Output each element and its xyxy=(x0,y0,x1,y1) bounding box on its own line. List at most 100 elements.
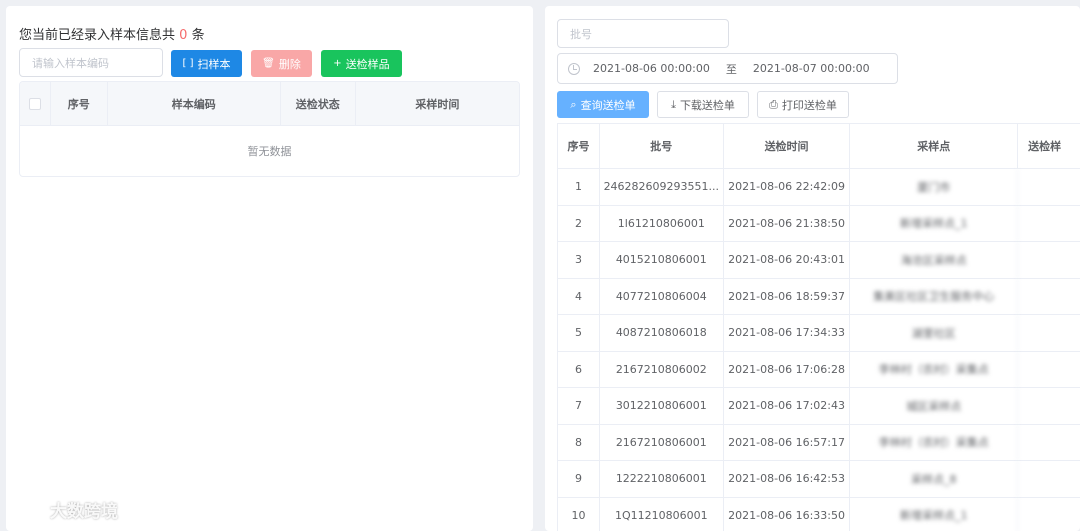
cell-send-time: 2021-08-06 21:38:50 xyxy=(724,205,851,241)
sample-table: 序号 样本编码 送检状态 采样时间 暂无数据 xyxy=(19,81,520,177)
col-sampling-time: 采样时间 xyxy=(415,97,460,111)
sample-code-placeholder: 请输入样本编码 xyxy=(32,56,109,70)
table-row[interactable]: 2 1l61210806001 2021-08-06 21:38:50 新增采样点_1 xyxy=(558,205,1080,242)
cell-index: 2 xyxy=(558,205,600,241)
print-button[interactable]: ⎙ 打印送检单 xyxy=(757,91,849,118)
cell-index: 7 xyxy=(558,388,600,424)
plus-icon: + xyxy=(333,58,342,69)
cell-index: 9 xyxy=(558,461,600,497)
cell-send-time: 2021-08-06 16:42:53 xyxy=(724,461,851,497)
table-row[interactable]: 7 3012210806001 2021-08-06 17:02:43 城区采样点 xyxy=(558,388,1080,425)
cell-sampling-site: 湖里社区 xyxy=(850,315,1019,351)
date-range-picker[interactable]: 2021-08-06 00:00:00 至 2021-08-07 00:00:0… xyxy=(557,53,898,84)
query-button[interactable]: ⌕ 查询送检单 xyxy=(557,91,649,118)
submission-panel: 批号 2021-08-06 00:00:00 至 2021-08-07 00:0… xyxy=(545,6,1080,531)
cell-send-sample xyxy=(1018,315,1080,351)
query-label: 查询送检单 xyxy=(580,98,636,112)
cell-sampling-site: 采样点_8 xyxy=(850,461,1019,497)
table-row[interactable]: 9 1222210806001 2021-08-06 16:42:53 采样点_8 xyxy=(558,461,1080,498)
batch-input[interactable]: 批号 xyxy=(557,19,729,48)
table-row[interactable]: 10 1Q11210806001 2021-08-06 16:33:50 新增采样点_… xyxy=(558,497,1080,531)
cell-batch: 2167210806001 xyxy=(600,424,724,460)
cell-batch: 1l61210806001 xyxy=(600,205,724,241)
download-label: 下载送检单 xyxy=(679,98,735,112)
cell-send-sample xyxy=(1018,242,1080,278)
cell-sampling-site: 城区采样点 xyxy=(850,388,1019,424)
send-samples-button[interactable]: + 送检样品 xyxy=(321,50,402,77)
batch-placeholder: 批号 xyxy=(570,27,592,41)
cell-send-time: 2021-08-06 17:34:33 xyxy=(724,315,851,351)
scan-sample-button[interactable]: [ ] 扫样本 xyxy=(171,50,242,77)
select-all-checkbox[interactable] xyxy=(28,97,41,110)
col-status: 送检状态 xyxy=(281,82,356,125)
cell-send-sample xyxy=(1018,425,1080,461)
cell-sampling-site: 海沧区采样点 xyxy=(850,242,1019,278)
download-button[interactable]: ⤓ 下载送检单 xyxy=(657,91,749,118)
cell-batch: 4087210806018 xyxy=(600,315,724,351)
col-send-sample: 送检样 xyxy=(1018,124,1080,168)
date-start[interactable]: 2021-08-06 00:00:00 xyxy=(593,62,710,75)
sample-count: 0 xyxy=(179,28,188,43)
cell-send-time: 2021-08-06 16:57:17 xyxy=(724,424,851,460)
sample-table-header: 序号 样本编码 送检状态 采样时间 xyxy=(20,82,519,126)
cell-sampling-site: 集美区社区卫生服务中心 xyxy=(850,278,1019,314)
cell-batch: 4077210806004 xyxy=(600,278,724,314)
cell-index: 3 xyxy=(558,242,600,278)
submission-table: 序号 批号 送检时间 采样点 送检样 1 246282609293551... 20… xyxy=(557,123,1080,531)
print-label: 打印送检单 xyxy=(781,98,837,112)
cell-batch: 1222210806001 xyxy=(600,461,724,497)
cell-send-time: 2021-08-06 20:43:01 xyxy=(724,242,851,278)
col-sampling-site: 采样点 xyxy=(850,124,1019,168)
col-batch: 批号 xyxy=(600,124,724,168)
cell-send-sample xyxy=(1018,388,1080,424)
cell-send-sample xyxy=(1018,169,1080,205)
table-row[interactable]: 3 4015210806001 2021-08-06 20:43:01 海沧区采样点 xyxy=(558,242,1080,279)
clock-icon xyxy=(568,62,580,75)
download-icon: ⤓ xyxy=(671,97,676,111)
cell-batch: 4015210806001 xyxy=(600,242,724,278)
cell-index: 4 xyxy=(558,278,600,314)
table-row[interactable]: 8 2167210806001 2021-08-06 16:57:17 李林村（农村）… xyxy=(558,424,1080,461)
cell-sampling-site: 新增采样点_1 xyxy=(850,205,1019,241)
cell-send-time: 2021-08-06 17:06:28 xyxy=(724,351,851,387)
col-index: 序号 xyxy=(51,82,108,125)
send-samples-label: 送检样品 xyxy=(345,57,390,71)
cell-batch: 1Q11210806001 xyxy=(600,497,724,531)
cell-index: 8 xyxy=(558,424,600,460)
sample-code-input[interactable]: 请输入样本编码 xyxy=(19,48,163,77)
scan-sample-label: 扫样本 xyxy=(197,57,231,71)
cell-sampling-site: 李林村（农村）采集点 xyxy=(850,424,1019,460)
scan-icon: [ ] xyxy=(182,58,194,69)
table-row[interactable]: 1 246282609293551... 2021-08-06 22:42:09 厦门… xyxy=(558,169,1080,206)
cell-batch: 3012210806001 xyxy=(600,388,724,424)
summary-prefix: 您当前已经录入样本信息共 xyxy=(19,28,176,43)
summary-suffix: 条 xyxy=(191,28,205,43)
sample-entry-panel: 您当前已经录入样本信息共 0 条 请输入样本编码 [ ] 扫样本 🗑 删除 + … xyxy=(6,6,533,531)
date-end[interactable]: 2021-08-07 00:00:00 xyxy=(753,62,870,75)
col-sample-code: 样本编码 xyxy=(108,82,281,125)
table-row[interactable]: 6 2167210806002 2021-08-06 17:06:28 李林村（农村）… xyxy=(558,351,1080,388)
cell-send-sample xyxy=(1018,279,1080,315)
submission-table-header: 序号 批号 送检时间 采样点 送检样 xyxy=(558,124,1080,169)
trash-icon: 🗑 xyxy=(262,58,275,69)
sample-summary: 您当前已经录入样本信息共 0 条 xyxy=(19,24,205,43)
cell-sampling-site: 李林村（农村）采集点 xyxy=(850,351,1019,387)
cell-batch: 246282609293551... xyxy=(600,169,724,205)
watermark-logo xyxy=(8,497,46,522)
watermark-text: 大数跨境 xyxy=(50,502,118,522)
table-row[interactable]: 4 4077210806004 2021-08-06 18:59:37 集美区社区卫生… xyxy=(558,278,1080,315)
select-all-cell[interactable] xyxy=(20,82,51,125)
printer-icon: ⎙ xyxy=(769,97,778,111)
table-row[interactable]: 5 4087210806018 2021-08-06 17:34:33 湖里社区 xyxy=(558,315,1080,352)
cell-send-time: 2021-08-06 22:42:09 xyxy=(724,169,851,205)
search-icon: ⌕ xyxy=(570,97,577,111)
cell-send-sample xyxy=(1018,206,1080,242)
cell-index: 5 xyxy=(558,315,600,351)
cell-sampling-site: 厦门市 xyxy=(850,169,1019,205)
col-index: 序号 xyxy=(558,124,600,168)
delete-label: 删除 xyxy=(278,57,301,71)
cell-batch: 2167210806002 xyxy=(600,351,724,387)
delete-button[interactable]: 🗑 删除 xyxy=(251,50,312,77)
col-send-time: 送检时间 xyxy=(724,124,851,168)
empty-state: 暂无数据 xyxy=(247,145,292,158)
